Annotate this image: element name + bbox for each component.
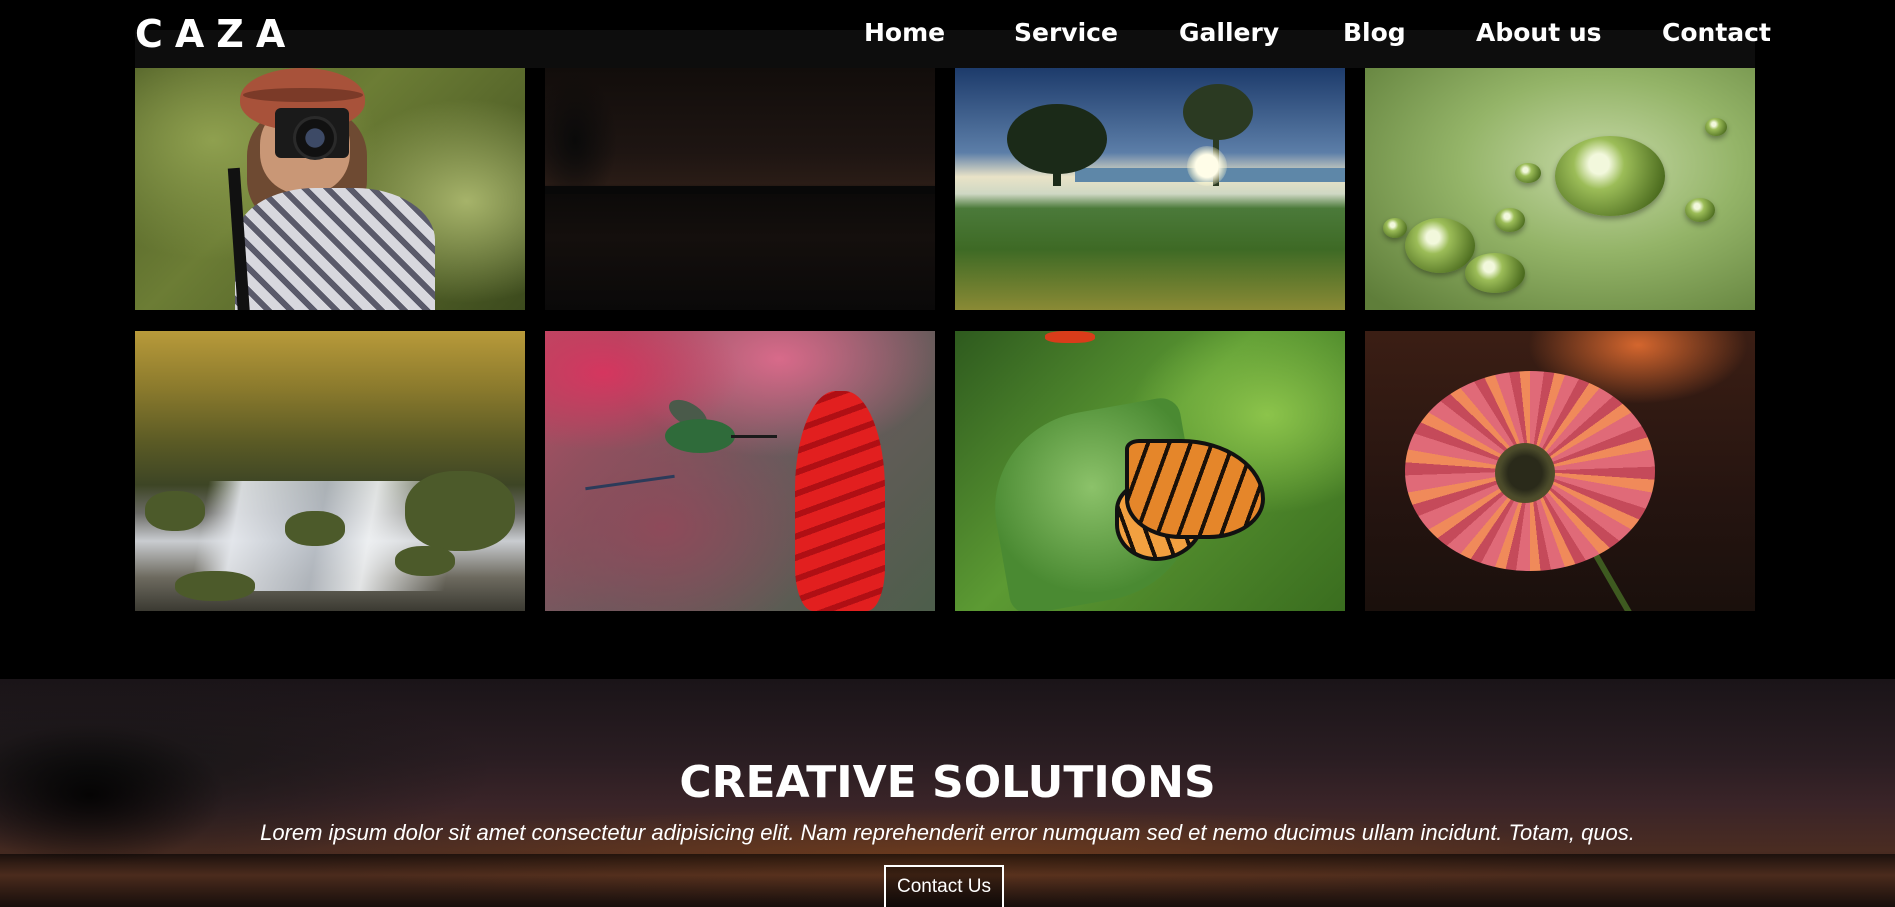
photographer-image[interactable] <box>135 68 525 310</box>
butterfly-graphic <box>1125 439 1265 539</box>
nav-contact[interactable]: Contact <box>1662 18 1771 47</box>
dark-lake-image[interactable] <box>545 68 935 310</box>
sun-graphic <box>1187 146 1227 186</box>
monarch-butterfly-image[interactable] <box>955 331 1345 611</box>
water-drops-leaf-image[interactable] <box>1365 68 1755 310</box>
hero-text: Lorem ipsum dolor sit amet consectetur a… <box>260 820 1635 845</box>
site-header: CAZA Home Service Gallery Blog About us … <box>0 0 1895 68</box>
hummingbird-graphic <box>665 419 735 453</box>
contact-us-button[interactable]: Contact Us <box>884 865 1004 907</box>
red-flower-graphic <box>795 391 885 611</box>
page: CAZA Home Service Gallery Blog About us … <box>0 0 1895 907</box>
hummingbird-flower-image[interactable] <box>545 331 935 611</box>
nav-blog[interactable]: Blog <box>1343 18 1406 47</box>
hero-banner: CREATIVE SOLUTIONS Lorem ipsum dolor sit… <box>0 679 1895 907</box>
photo-gallery <box>135 68 1755 611</box>
nav-about-us[interactable]: About us <box>1476 18 1602 47</box>
nav-home[interactable]: Home <box>864 18 945 47</box>
nav-service[interactable]: Service <box>1014 18 1118 47</box>
hero-title: CREATIVE SOLUTIONS <box>679 757 1216 808</box>
pink-daisy-image[interactable] <box>1365 331 1755 611</box>
sunset-tree-field-image[interactable] <box>955 68 1345 310</box>
nav-gallery[interactable]: Gallery <box>1179 18 1279 47</box>
main-nav: Home Service Gallery Blog About us Conta… <box>0 18 1895 52</box>
forest-stream-image[interactable] <box>135 331 525 611</box>
